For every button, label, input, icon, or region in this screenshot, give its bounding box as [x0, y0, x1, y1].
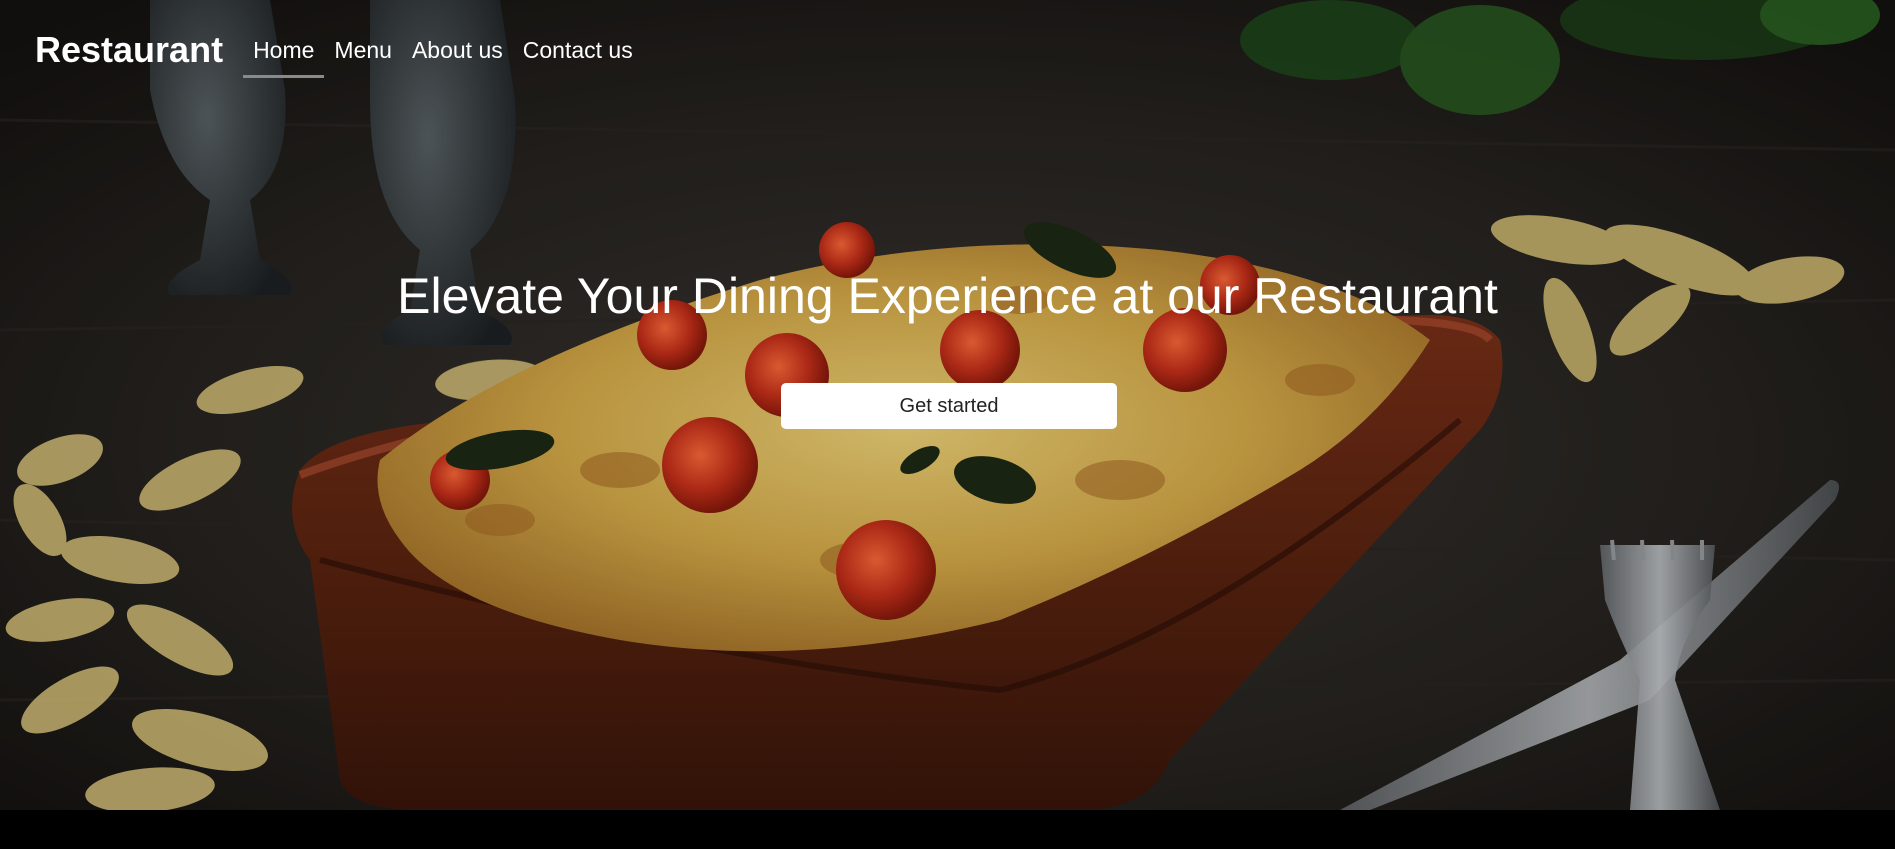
get-started-button[interactable]: Get started: [781, 383, 1117, 429]
nav-link-about-us[interactable]: About us: [402, 22, 513, 78]
brand-logo[interactable]: Restaurant: [35, 22, 223, 78]
page: Restaurant Home Menu About us Contact us…: [0, 0, 1895, 849]
hero-headline: Elevate Your Dining Experience at our Re…: [397, 268, 1498, 324]
nav-links: Home Menu About us Contact us: [243, 22, 643, 78]
nav-link-home[interactable]: Home: [243, 22, 325, 78]
nav-link-contact-us[interactable]: Contact us: [513, 22, 643, 78]
top-navigation: Restaurant Home Menu About us Contact us: [35, 22, 643, 82]
bottom-band: [0, 810, 1895, 849]
nav-link-menu[interactable]: Menu: [324, 22, 402, 78]
